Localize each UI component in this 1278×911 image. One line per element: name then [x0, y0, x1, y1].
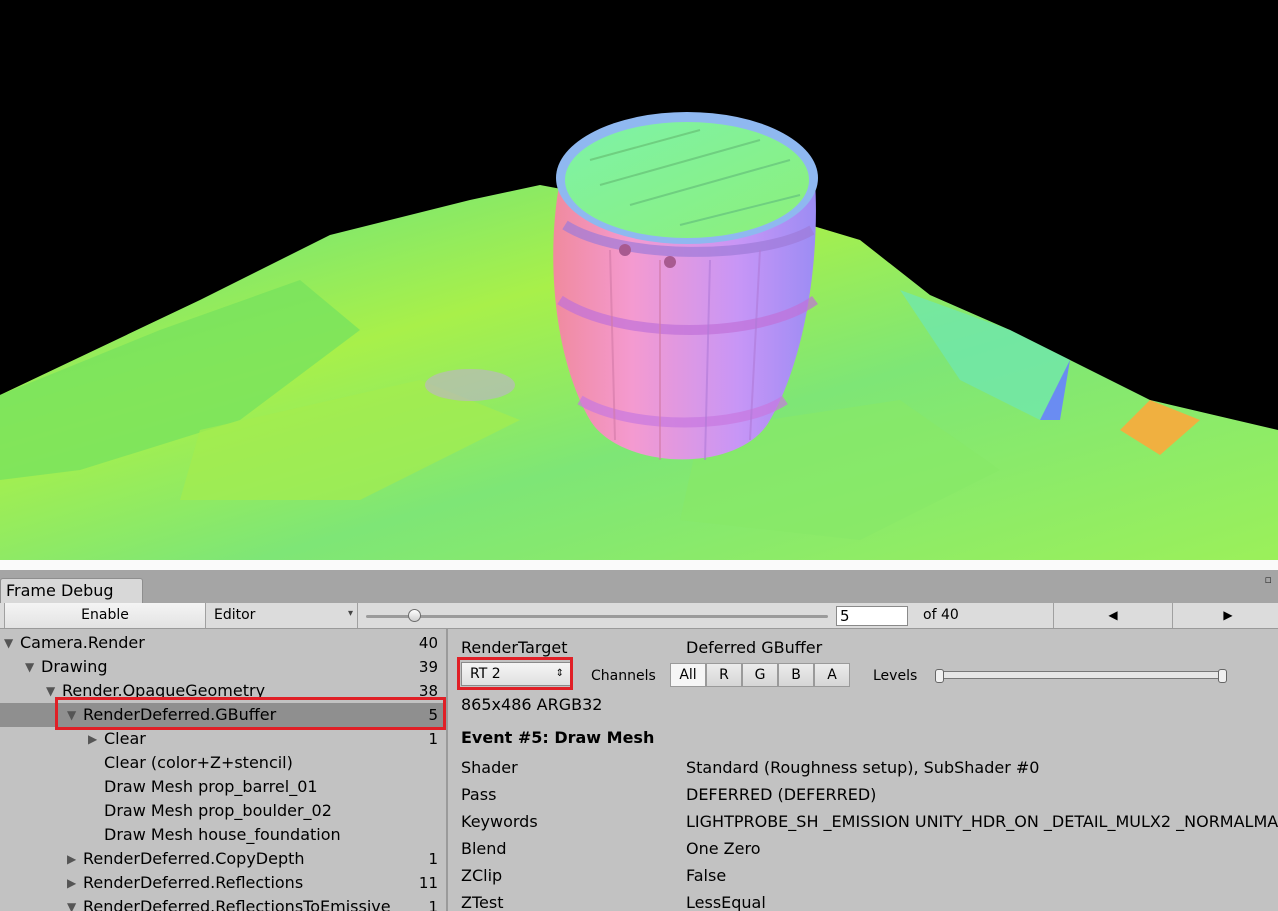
prop-key: ZClip [461, 866, 503, 885]
event-title: Event #5: Draw Mesh [461, 728, 655, 747]
tree-row[interactable]: ▶ Clear 1 [0, 727, 446, 751]
normals-render-image [0, 0, 1278, 560]
enable-button[interactable]: Enable [4, 603, 206, 628]
dropdown-arrow-icon: ▾ [347, 608, 353, 619]
expanded-triangle-icon[interactable]: ▼ [25, 655, 34, 679]
collapsed-triangle-icon[interactable]: ▶ [88, 727, 97, 751]
tree-row-label: Clear [104, 729, 146, 748]
prop-key: Keywords [461, 812, 538, 831]
prop-value: One Zero [686, 839, 761, 858]
tree-row-label: Clear (color+Z+stencil) [104, 753, 293, 772]
collapsed-triangle-icon[interactable]: ▶ [67, 871, 76, 895]
window-menu-icon[interactable]: ▫ [1265, 573, 1272, 586]
event-hierarchy-tree: ▼ Camera.Render 40 ▼ Drawing 39 ▼ Render… [0, 629, 446, 911]
frame-slider-track[interactable] [366, 615, 828, 618]
channel-all-button[interactable]: All [670, 663, 706, 687]
expanded-triangle-icon[interactable]: ▼ [4, 631, 13, 655]
collapsed-triangle-icon[interactable]: ▶ [67, 847, 76, 871]
frame-number-field[interactable]: 5 [836, 606, 908, 626]
tree-row-label: Render.OpaqueGeometry [62, 681, 266, 700]
frame-debug-toolbar: Enable Editor ▾ 5 of 40 ◀ ▶ [0, 603, 1278, 629]
prop-value: LessEqual [686, 893, 766, 911]
expanded-triangle-icon[interactable]: ▼ [46, 679, 55, 703]
prop-value: Standard (Roughness setup), SubShader #0 [686, 758, 1040, 777]
tree-row-count: 39 [418, 658, 438, 676]
tree-row-label: Camera.Render [20, 633, 145, 652]
next-event-button[interactable]: ▶ [1173, 603, 1278, 628]
channels-label: Channels [591, 668, 656, 684]
tree-row-count: 1 [428, 730, 438, 748]
panel-separator [0, 560, 1278, 570]
tree-row[interactable]: Draw Mesh prop_barrel_01 [0, 775, 446, 799]
tree-row-count: 1 [428, 898, 438, 911]
tab-title: Frame Debug [6, 581, 114, 600]
frame-total-label: of 40 [923, 607, 959, 623]
tree-row[interactable]: ▼ RenderDeferred.ReflectionsToEmissive 1 [0, 895, 446, 911]
tree-row-label: RenderDeferred.GBuffer [83, 705, 277, 724]
levels-max-handle[interactable] [1218, 669, 1227, 683]
tab-bar: Frame Debug ▫ [0, 570, 1278, 603]
levels-min-handle[interactable] [935, 669, 944, 683]
channel-g-button[interactable]: G [742, 663, 778, 687]
tree-row-count: 40 [418, 634, 438, 652]
tree-row[interactable]: Draw Mesh house_foundation [0, 823, 446, 847]
render-target-value: Deferred GBuffer [686, 638, 823, 657]
tree-row-count: 38 [418, 682, 438, 700]
tree-row-label: Draw Mesh house_foundation [104, 825, 341, 844]
frame-slider-thumb[interactable] [408, 609, 421, 622]
texture-format-label: 865x486 ARGB32 [461, 695, 603, 714]
levels-label: Levels [873, 668, 918, 684]
tree-row-label: Drawing [41, 657, 108, 676]
triangle-left-icon: ◀ [1108, 608, 1118, 622]
game-view-render [0, 0, 1278, 560]
channel-b-button[interactable]: B [778, 663, 814, 687]
tree-row-selected[interactable]: ▼ RenderDeferred.GBuffer 5 [0, 703, 446, 727]
prop-key: Pass [461, 785, 497, 804]
tree-row[interactable]: ▼ Render.OpaqueGeometry 38 [0, 679, 446, 703]
event-details-pane: RenderTarget Deferred GBuffer RT 2 ⇕ Cha… [448, 629, 1278, 911]
prop-key: ZTest [461, 893, 504, 911]
tree-row[interactable]: ▶ RenderDeferred.Reflections 11 [0, 871, 446, 895]
tree-row-count: 11 [418, 874, 438, 892]
tree-row-label: Draw Mesh prop_barrel_01 [104, 777, 318, 796]
render-target-highlight-box [457, 657, 573, 690]
tree-row[interactable]: Clear (color+Z+stencil) [0, 751, 446, 775]
prop-key: Blend [461, 839, 507, 858]
tree-row-label: Draw Mesh prop_boulder_02 [104, 801, 332, 820]
tree-row[interactable]: ▼ Drawing 39 [0, 655, 446, 679]
channel-r-button[interactable]: R [706, 663, 742, 687]
render-target-label: RenderTarget [461, 638, 568, 657]
tree-row-label: RenderDeferred.ReflectionsToEmissive [83, 897, 391, 911]
target-dropdown-label: Editor [214, 607, 256, 623]
previous-event-button[interactable]: ◀ [1053, 603, 1173, 628]
target-dropdown[interactable]: Editor ▾ [207, 603, 358, 628]
frame-debug-window: Frame Debug ▫ Enable Editor ▾ 5 of 40 ◀ … [0, 570, 1278, 911]
triangle-right-icon: ▶ [1223, 608, 1233, 622]
tab-frame-debug[interactable]: Frame Debug [0, 578, 143, 603]
prop-value: False [686, 866, 727, 885]
tree-row-label: RenderDeferred.Reflections [83, 873, 304, 892]
tree-row-label: RenderDeferred.CopyDepth [83, 849, 305, 868]
tree-row-count: 5 [428, 706, 438, 724]
tree-row[interactable]: ▶ RenderDeferred.CopyDepth 1 [0, 847, 446, 871]
prop-key: Shader [461, 758, 518, 777]
tree-row-count: 1 [428, 850, 438, 868]
levels-range-slider[interactable] [935, 669, 1227, 683]
prop-value: LIGHTPROBE_SH _EMISSION UNITY_HDR_ON _DE… [686, 812, 1278, 831]
expanded-triangle-icon[interactable]: ▼ [67, 703, 76, 727]
tree-row[interactable]: Draw Mesh prop_boulder_02 [0, 799, 446, 823]
tree-row[interactable]: ▼ Camera.Render 40 [0, 631, 446, 655]
channel-a-button[interactable]: A [814, 663, 850, 687]
prop-value: DEFERRED (DEFERRED) [686, 785, 877, 804]
expanded-triangle-icon[interactable]: ▼ [67, 895, 76, 911]
